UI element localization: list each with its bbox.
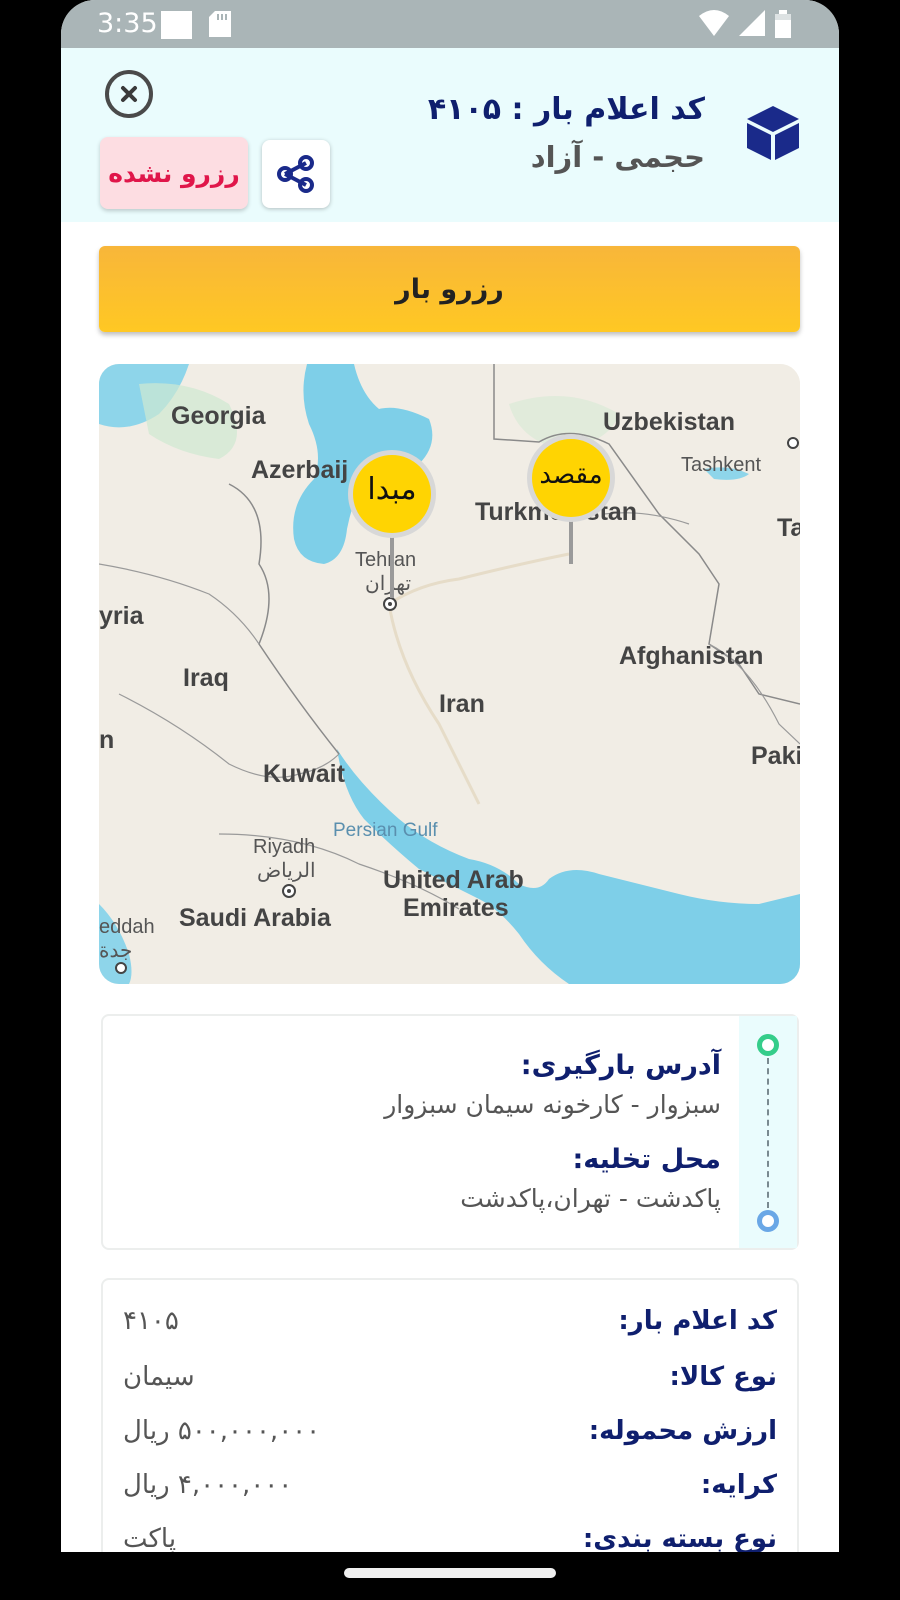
battery-icon xyxy=(775,10,791,38)
detail-value: ۴,۰۰۰,۰۰۰ ریال xyxy=(123,1470,293,1500)
map-label-uae-1: United Arab xyxy=(383,866,524,894)
app-screen: 3:35 رزرو نشده کد اعلام بار : ۴۱۰۵ حجمی … xyxy=(61,0,839,1552)
unloading-location-value: پاکدشت - تهران،پاکدشت xyxy=(460,1184,721,1213)
unloading-location-label: محل تخلیه: xyxy=(572,1144,722,1175)
signal-icon xyxy=(739,10,765,36)
wifi-icon xyxy=(699,10,729,36)
detail-label: نوع کالا: xyxy=(669,1362,777,1392)
detail-row: نوع بسته بندی: پاکت xyxy=(123,1524,777,1552)
map-label-riyadh: Riyadh xyxy=(253,836,316,858)
detail-row: ارزش محموله: ۵۰۰,۰۰۰,۰۰۰ ریال xyxy=(123,1416,777,1456)
map-label-n: n xyxy=(99,726,115,754)
sd-card-icon xyxy=(209,11,231,37)
detail-label: نوع بسته بندی: xyxy=(582,1524,777,1552)
map-label-riyadh-fa: الرياض xyxy=(257,860,316,882)
destination-pin-icon[interactable] xyxy=(524,432,618,564)
cargo-details-card: کد اعلام بار: ۴۱۰۵ نوع کالا: سیمان ارزش … xyxy=(101,1278,799,1552)
notification-icon xyxy=(161,11,192,39)
detail-row: کرایه: ۴,۰۰۰,۰۰۰ ریال xyxy=(123,1470,777,1510)
status-bar: 3:35 xyxy=(61,0,839,48)
close-button[interactable] xyxy=(105,70,153,118)
detail-value: ۵۰۰,۰۰۰,۰۰۰ ریال xyxy=(123,1416,321,1446)
route-card: آدرس بارگیری: سبزوار - کارخونه سیمان سبز… xyxy=(101,1014,799,1250)
share-button[interactable] xyxy=(262,140,330,208)
box-icon xyxy=(747,106,799,160)
detail-value: سیمان xyxy=(123,1362,195,1392)
origin-dot-icon xyxy=(757,1034,779,1056)
cargo-code-title: کد اعلام بار : ۴۱۰۵ xyxy=(427,92,705,127)
origin-pin-label: مبدا xyxy=(367,472,417,507)
loading-address-value: سبزوار - کارخونه سیمان سبزوار xyxy=(384,1090,721,1119)
map-label-persian-gulf: Persian Gulf xyxy=(333,820,438,841)
home-gesture-handle[interactable] xyxy=(344,1568,556,1578)
status-time: 3:35 xyxy=(97,8,158,39)
map-label-jeddah: eddah xyxy=(99,916,155,938)
map-label-uzbekistan: Uzbekistan xyxy=(603,408,735,436)
destination-pin-label: مقصد xyxy=(539,460,603,490)
reservation-status-badge[interactable]: رزرو نشده xyxy=(100,137,248,209)
detail-row: کد اعلام بار: ۴۱۰۵ xyxy=(123,1306,777,1346)
detail-label: کد اعلام بار: xyxy=(618,1306,777,1336)
map-label-afghanistan: Afghanistan xyxy=(619,642,764,670)
destination-dot-icon xyxy=(757,1210,779,1232)
detail-row: نوع کالا: سیمان xyxy=(123,1362,777,1402)
detail-value: پاکت xyxy=(123,1524,177,1552)
detail-label: کرایه: xyxy=(700,1470,777,1500)
map-label-georgia: Georgia xyxy=(171,402,266,430)
detail-value: ۴۱۰۵ xyxy=(123,1306,179,1336)
map-label-syria: yria xyxy=(99,602,144,630)
map-label-uae-2: Emirates xyxy=(403,894,509,922)
route-dashed-line xyxy=(767,1058,769,1208)
map-label-jeddah-fa: جدة xyxy=(99,940,133,962)
share-icon xyxy=(277,155,314,193)
origin-pin-icon[interactable] xyxy=(345,448,439,598)
map-label-saudi-arabia: Saudi Arabia xyxy=(179,904,331,932)
map-label-azerbaijan: Azerbaij xyxy=(251,456,349,484)
loading-address-label: آدرس بارگیری: xyxy=(520,1050,721,1081)
detail-label: ارزش محموله: xyxy=(588,1416,777,1446)
map-label-ta: Ta xyxy=(777,514,800,542)
close-icon xyxy=(121,86,137,102)
cargo-type-subtitle: حجمی - آزاد xyxy=(530,140,705,174)
navigation-bar xyxy=(0,1552,900,1600)
map-label-kuwait: Kuwait xyxy=(263,760,345,788)
route-map[interactable]: Georgia Azerbaij Uzbekistan Tashkent Tur… xyxy=(99,364,800,984)
cargo-header: رزرو نشده کد اعلام بار : ۴۱۰۵ حجمی - آزا… xyxy=(61,48,839,222)
map-label-iran: Iran xyxy=(439,690,485,718)
map-label-iraq: Iraq xyxy=(183,664,229,692)
map-label-tashkent: Tashkent xyxy=(681,454,762,476)
reserve-cargo-button[interactable]: رزرو بار xyxy=(99,246,800,332)
map-label-pakistan: Paki xyxy=(751,742,800,770)
